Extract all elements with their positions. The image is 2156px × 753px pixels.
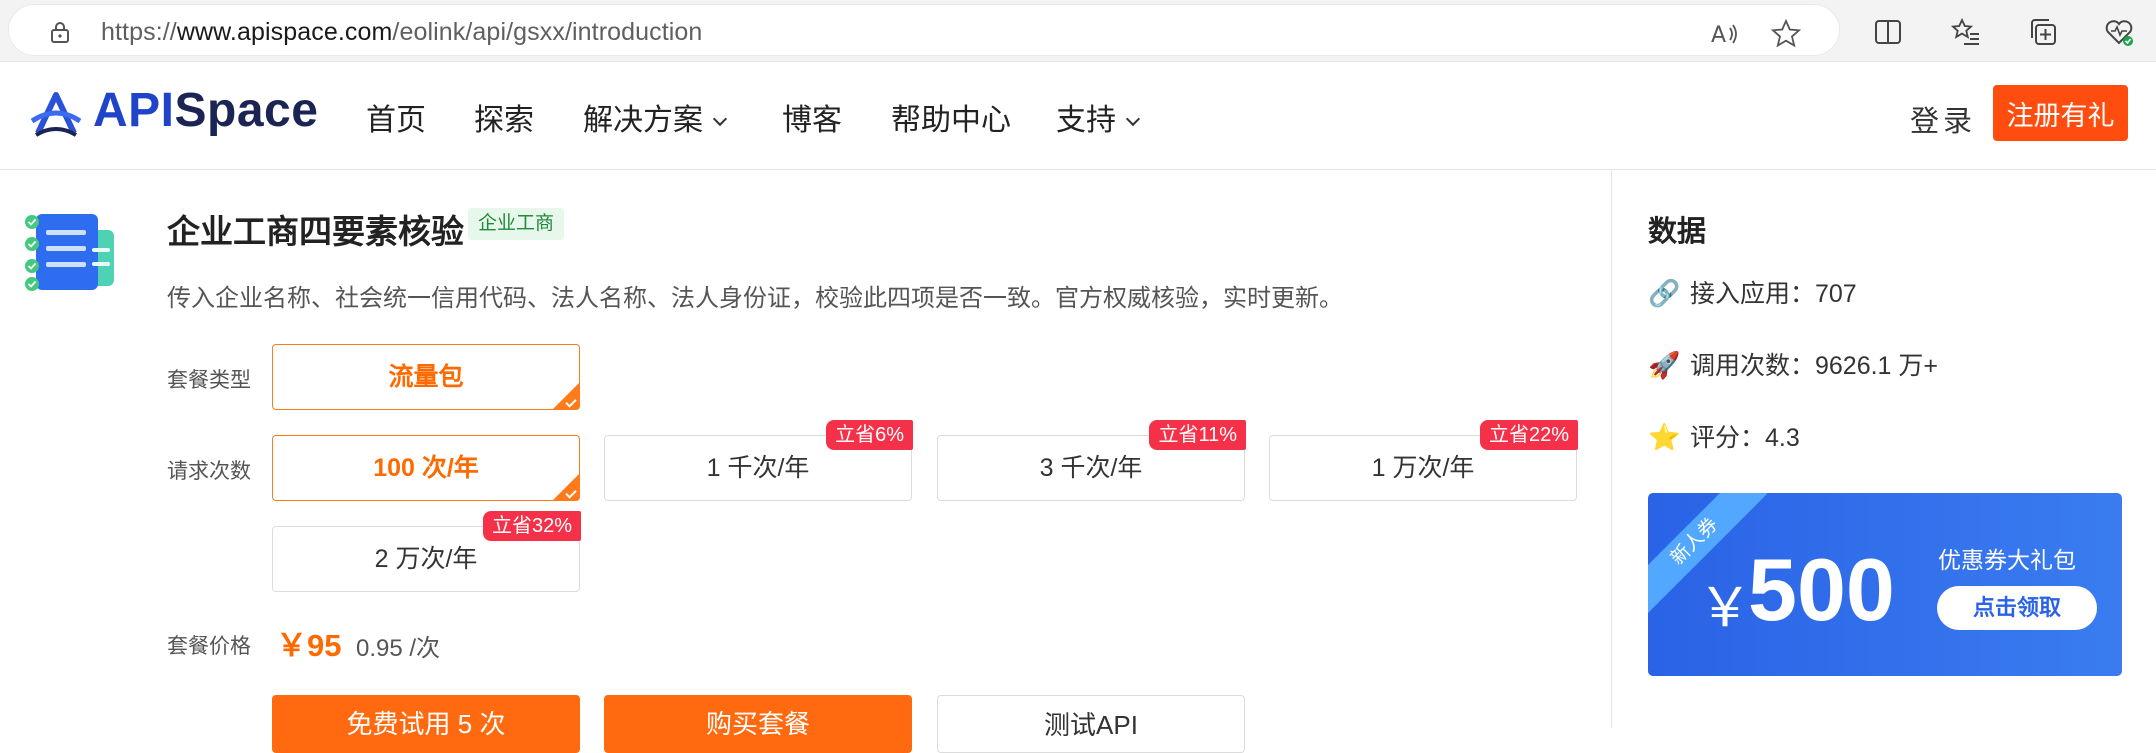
favorites-icon[interactable] [1950,16,1982,48]
coupon-title: 优惠券大礼包 [1938,547,2076,573]
browser-toolbar: https://www.apispace.com/eolink/api/gsxx… [0,0,2156,62]
collections-icon[interactable] [2027,16,2059,48]
split-screen-icon[interactable] [1872,16,1904,48]
stat-integrated-apps: 🔗 接入应用：707 [1648,278,1857,308]
discount-badge: 立省6% [826,420,913,450]
product-title: 企业工商四要素核验 [167,213,464,250]
nav-blog[interactable]: 博客 [782,95,842,139]
stat-call-count: 🚀 调用次数：9626.1 万+ [1648,350,1939,380]
stat-rating: ⭐ 评分：4.3 [1648,422,1800,452]
nav-support[interactable]: 支持 [1056,95,1141,139]
coupon-banner[interactable]: 新人券 ￥ 500 优惠券大礼包 点击领取 [1648,493,2122,676]
claim-coupon-button[interactable]: 点击领取 [1937,586,2097,630]
register-button[interactable]: 注册有礼 [1993,85,2128,141]
read-aloud-icon[interactable]: A [1708,18,1740,50]
package-price: ￥95 [276,628,342,663]
discount-badge: 立省11% [1149,420,1246,450]
category-tag[interactable]: 企业工商 [468,208,565,240]
selected-corner-icon [553,474,579,500]
lock-icon[interactable] [50,21,70,43]
link-icon: 🔗 [1648,278,1681,308]
count-option-10k[interactable]: 1 万次/年 立省22% [1269,420,1578,501]
apispace-logo-icon[interactable] [28,87,84,143]
svg-text:A: A [1711,23,1726,48]
test-api-button[interactable]: 测试API [937,695,1245,753]
buy-package-button[interactable]: 购买套餐 [604,695,912,753]
coupon-currency: ￥ [1698,578,1752,638]
count-option-100[interactable]: 100 次/年 [272,435,580,501]
browser-essentials-icon[interactable] [2103,16,2135,48]
nav-help-center[interactable]: 帮助中心 [891,95,1011,139]
count-option-1k[interactable]: 1 千次/年 立省6% [604,420,913,501]
apispace-logo-text[interactable]: APISpace [93,83,318,138]
nav-solutions[interactable]: 解决方案 [583,95,728,139]
package-price-label: 套餐价格 [167,635,251,658]
star-icon: ⭐ [1648,422,1681,452]
chevron-down-icon [712,111,728,127]
nav-home[interactable]: 首页 [366,95,426,139]
sidebar-title: 数据 [1648,216,1707,248]
unit-price: 0.95 /次 [356,635,441,662]
data-sidebar: 数据 🔗 接入应用：707 🚀 调用次数：9626.1 万+ ⭐ 评分：4.3 新人券… [1611,170,2156,728]
count-option-20k[interactable]: 2 万次/年 立省32% [272,511,581,592]
free-trial-button[interactable]: 免费试用 5 次 [272,695,580,753]
selected-corner-icon [553,383,579,409]
package-type-traffic[interactable]: 流量包 [272,344,580,410]
package-type-label: 套餐类型 [167,369,251,392]
request-count-label: 请求次数 [167,460,251,483]
address-bar[interactable]: https://www.apispace.com/eolink/api/gsxx… [8,4,1840,56]
rocket-icon: 🚀 [1648,350,1681,380]
product-description: 传入企业名称、社会统一信用代码、法人名称、法人身份证，校验此四项是否一致。官方权… [167,285,1343,312]
login-link[interactable]: 登录 [1910,98,1976,140]
discount-badge: 立省32% [482,511,581,541]
count-option-3k[interactable]: 3 千次/年 立省11% [937,420,1246,501]
coupon-amount: 500 [1748,540,1895,639]
product-document-icon [25,214,114,291]
chevron-down-icon [1125,111,1141,127]
nav-explore[interactable]: 探索 [474,95,534,139]
favorite-star-icon[interactable] [1770,18,1802,50]
site-header: APISpace 首页 探索 解决方案 博客 帮助中心 支持 登录 注册有礼 [0,62,2156,170]
discount-badge: 立省22% [1479,420,1578,450]
url-text[interactable]: https://www.apispace.com/eolink/api/gsxx… [101,18,702,47]
